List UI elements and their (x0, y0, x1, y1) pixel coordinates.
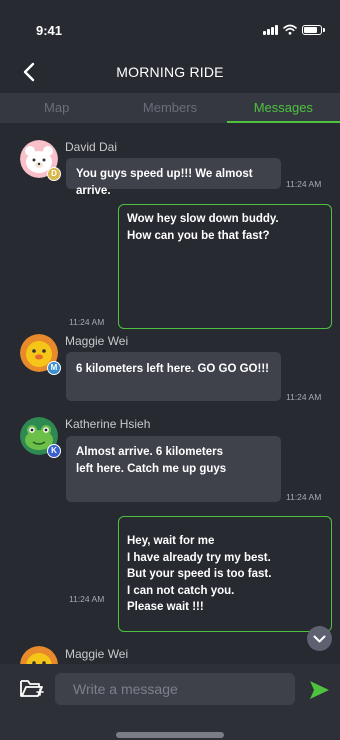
status-icons (263, 24, 325, 35)
status-time: 9:41 (36, 23, 63, 38)
wifi-icon (283, 24, 297, 35)
message-time: 11:24 AM (69, 317, 105, 327)
battery-icon (302, 24, 325, 35)
message-line: Hey, wait for me (127, 535, 215, 547)
page-title: MORNING RIDE (116, 64, 224, 80)
message-time: 11:24 AM (286, 179, 322, 189)
message-bubble-outgoing[interactable]: Hey, wait for me I have already try my b… (118, 516, 332, 632)
message-composer (0, 664, 340, 740)
message-bubble-outgoing[interactable]: Wow hey slow down buddy. How can you be … (118, 204, 332, 329)
tab-messages[interactable]: Messages (226, 93, 340, 123)
message-input[interactable] (55, 673, 295, 705)
home-indicator (116, 732, 224, 738)
tab-map[interactable]: Map (0, 93, 113, 123)
avatar-badge: D (47, 167, 61, 181)
status-bar: 9:41 (0, 0, 340, 52)
message-text: 6 kilometers left here. GO GO GO!!! (76, 363, 269, 375)
avatar-badge: K (47, 444, 61, 458)
sender-name: Katherine Hsieh (65, 417, 151, 431)
message-text: You guys speed up!!! We almost arrive. (76, 168, 253, 197)
message-time: 11:24 AM (69, 594, 105, 604)
message-bubble-incoming[interactable]: You guys speed up!!! We almost arrive. (66, 158, 281, 197)
message-line: But your speed is too fast. (127, 568, 272, 580)
message-line: Almost arrive. 6 kilometers (76, 446, 224, 458)
chevron-down-icon (313, 635, 326, 643)
header: MORNING RIDE (0, 52, 340, 92)
scroll-down-button[interactable] (307, 626, 332, 651)
avatar-david-dai[interactable]: D (20, 140, 61, 181)
tab-members[interactable]: Members (113, 93, 226, 123)
message-line: I have already try my best. (127, 551, 271, 564)
sender-name: David Dai (65, 140, 118, 154)
send-icon[interactable] (308, 679, 330, 701)
sender-name: Maggie Wei (65, 647, 129, 661)
message-bubble-incoming[interactable]: 6 kilometers left here. GO GO GO!!! (66, 352, 281, 401)
message-line: Wow hey slow down buddy. (127, 213, 279, 225)
message-time: 11:24 AM (286, 492, 322, 502)
message-time: 11:24 AM (286, 392, 322, 402)
tab-bar: Map Members Messages (0, 93, 340, 123)
sender-name: Maggie Wei (65, 334, 129, 348)
avatar-badge: M (47, 361, 61, 375)
avatar-katherine-hsieh[interactable]: K (20, 417, 61, 458)
message-line: I can not catch you. (127, 584, 235, 597)
folder-icon[interactable] (18, 677, 46, 701)
signal-icon (263, 24, 278, 35)
message-line: left here. Catch me up guys (76, 463, 227, 475)
message-bubble-incoming[interactable]: Almost arrive. 6 kilometers left here. C… (66, 436, 281, 502)
avatar-maggie-wei[interactable]: M (20, 334, 61, 375)
message-line: How can you be that fast? (127, 229, 270, 242)
message-line: Please wait !!! (127, 601, 204, 613)
